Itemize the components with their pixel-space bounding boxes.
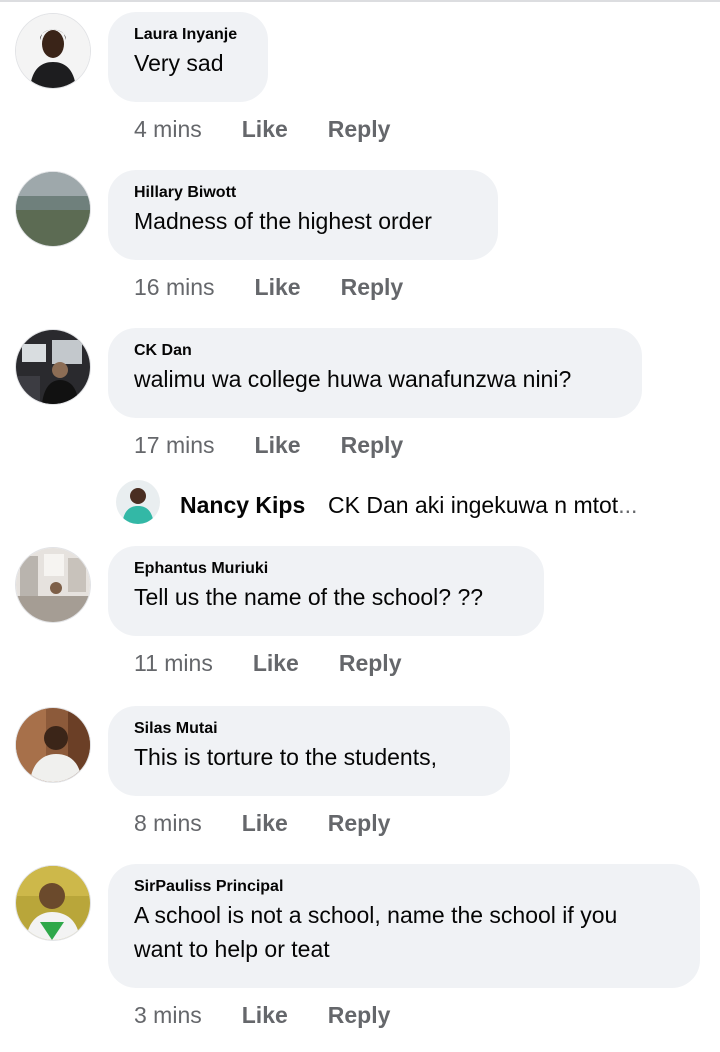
comment-time[interactable]: 11 mins [134, 650, 213, 677]
comment-bubble: CK Dan walimu wa college huwa wanafunzwa… [108, 328, 642, 418]
reply-text: CK Dan aki ingekuwa n mtot... [328, 492, 637, 519]
comment-bubble: SirPauliss Principal A school is not a s… [108, 864, 700, 988]
comment-text: Very sad [134, 50, 224, 76]
comment-time[interactable]: 8 mins [134, 810, 202, 837]
reply-ellipsis: ... [618, 492, 638, 518]
reply-button[interactable]: Reply [339, 650, 402, 677]
reply-preview[interactable]: Nancy Kips CK Dan aki ingekuwa n mtot... [116, 478, 716, 524]
like-button[interactable]: Like [253, 650, 299, 677]
comment-text: walimu wa college huwa wanafunzwa nini? [134, 366, 572, 392]
comment-text-line: A school is not a school, name the schoo… [134, 902, 618, 928]
comment-actions: 4 mins Like Reply [134, 116, 390, 146]
avatar-nancy-icon[interactable] [116, 480, 160, 524]
comment-text-line: want to help or teat [134, 936, 330, 962]
comment-actions: 8 mins Like Reply [134, 810, 390, 840]
like-button[interactable]: Like [242, 1002, 288, 1029]
reply-button[interactable]: Reply [328, 1002, 391, 1029]
comment-author[interactable]: Hillary Biwott [134, 183, 472, 203]
comment-text: Tell us the name of the school? ?? [134, 584, 484, 610]
comment-text: This is torture to the students, [134, 744, 437, 770]
comment-text: A school is not a school, name the schoo… [134, 898, 674, 966]
comment-author[interactable]: SirPauliss Principal [134, 877, 674, 897]
comment-actions: 11 mins Like Reply [134, 650, 402, 680]
reply-button[interactable]: Reply [328, 810, 391, 837]
comment-time[interactable]: 4 mins [134, 116, 202, 143]
avatar-ckdan-icon[interactable] [16, 330, 90, 404]
comment-author[interactable]: Ephantus Muriuki [134, 559, 518, 579]
reply-button[interactable]: Reply [328, 116, 391, 143]
avatar-hillary-icon[interactable] [16, 172, 90, 246]
comment-author[interactable]: Silas Mutai [134, 719, 484, 739]
avatar-laura-icon[interactable] [16, 14, 90, 88]
reply-button[interactable]: Reply [341, 274, 404, 301]
reply-text-body: CK Dan aki ingekuwa n mtot [328, 492, 619, 518]
avatar-ephantus-icon[interactable] [16, 548, 90, 622]
top-divider [0, 0, 720, 2]
reply-button[interactable]: Reply [341, 432, 404, 459]
comment-time[interactable]: 17 mins [134, 432, 215, 459]
comment-bubble: Silas Mutai This is torture to the stude… [108, 706, 510, 796]
like-button[interactable]: Like [255, 274, 301, 301]
comment-author[interactable]: CK Dan [134, 341, 616, 361]
comment-bubble: Hillary Biwott Madness of the highest or… [108, 170, 498, 260]
comment-actions: 3 mins Like Reply [134, 1002, 390, 1032]
comment-time[interactable]: 3 mins [134, 1002, 202, 1029]
comment-bubble: Laura Inyanje Very sad [108, 12, 268, 102]
comment-text: Madness of the highest order [134, 208, 432, 234]
like-button[interactable]: Like [242, 810, 288, 837]
like-button[interactable]: Like [255, 432, 301, 459]
comment-time[interactable]: 16 mins [134, 274, 215, 301]
reply-author[interactable]: Nancy Kips [180, 492, 305, 519]
like-button[interactable]: Like [242, 116, 288, 143]
avatar-silas-icon[interactable] [16, 708, 90, 782]
comment-author[interactable]: Laura Inyanje [134, 25, 242, 45]
comment-actions: 16 mins Like Reply [134, 274, 403, 304]
comment-actions: 17 mins Like Reply [134, 432, 403, 462]
comment-bubble: Ephantus Muriuki Tell us the name of the… [108, 546, 544, 636]
avatar-sirpauliss-icon[interactable] [16, 866, 90, 940]
